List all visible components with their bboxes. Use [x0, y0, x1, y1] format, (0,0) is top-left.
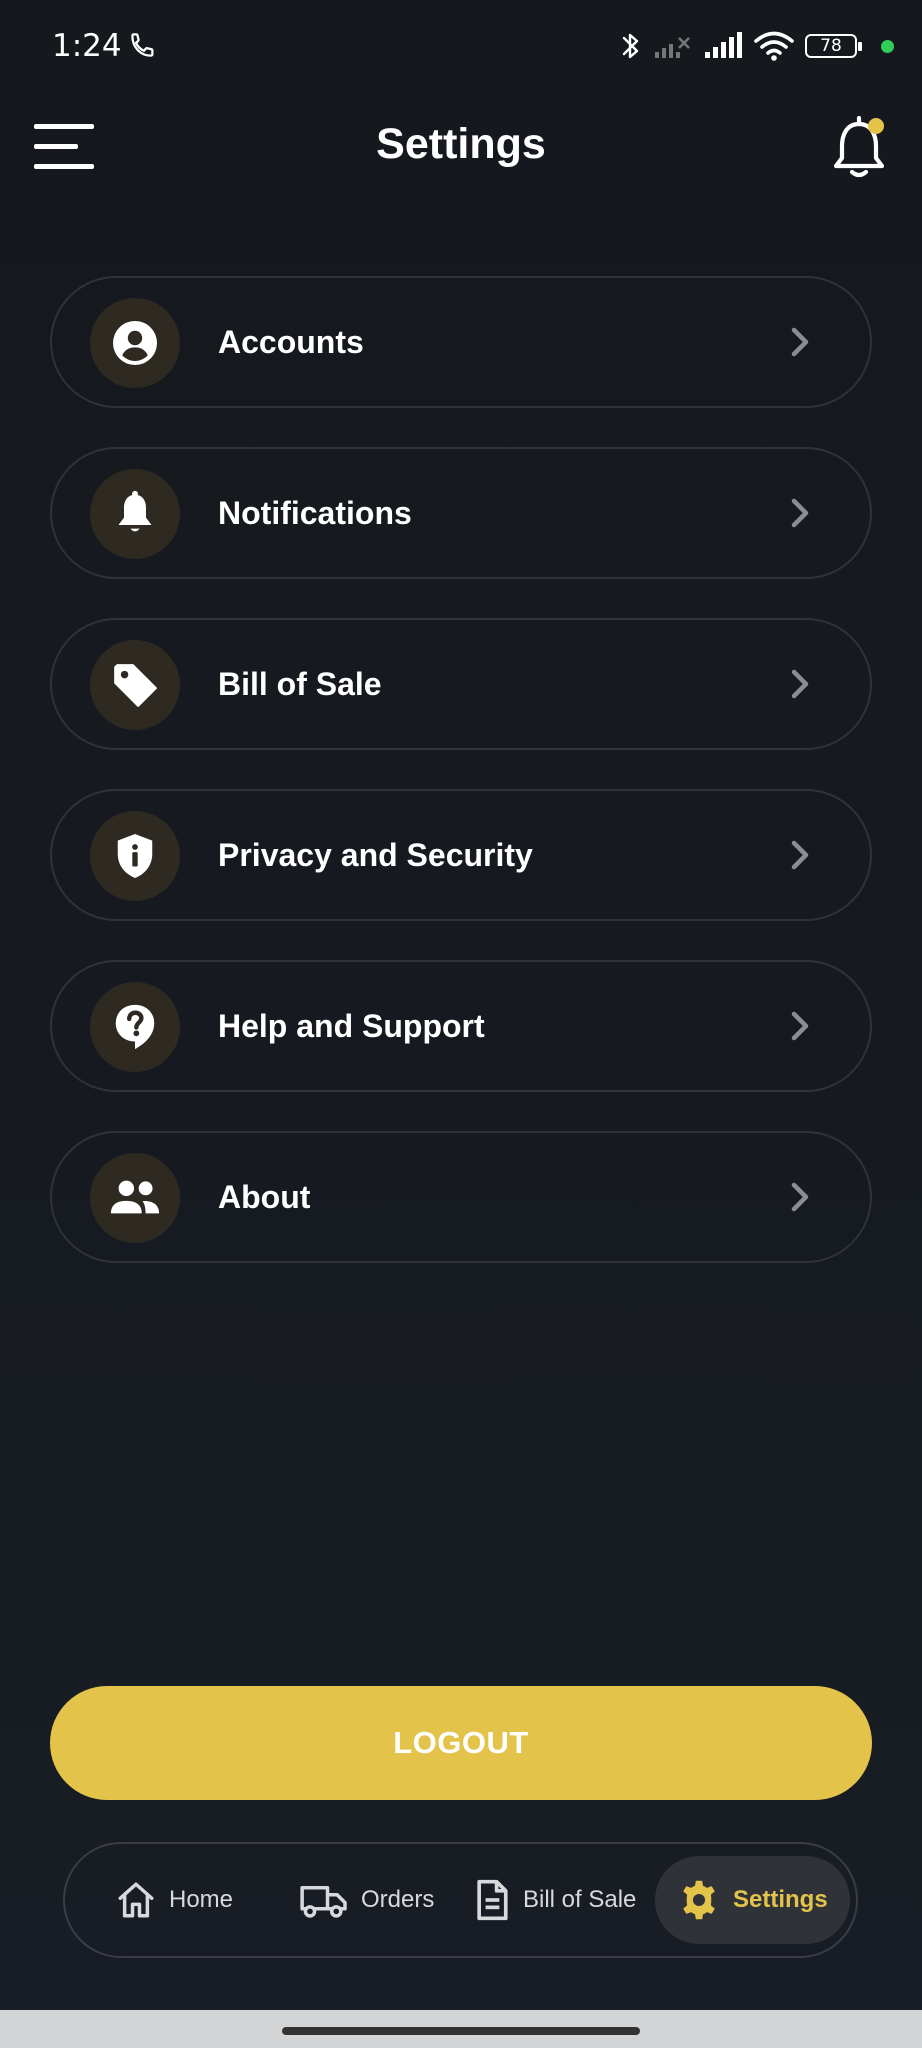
- icon-circle: [90, 1153, 180, 1243]
- chevron-right-icon: [791, 327, 809, 357]
- nav-item-orders[interactable]: Orders: [299, 1844, 434, 1956]
- shield-info-icon: [117, 833, 153, 879]
- settings-item-privacy-security[interactable]: Privacy and Security: [50, 789, 872, 921]
- people-icon: [110, 1180, 160, 1214]
- settings-item-bill-of-sale[interactable]: Bill of Sale: [50, 618, 872, 750]
- truck-icon: [300, 1886, 347, 1918]
- phone-call-icon: [131, 33, 154, 57]
- page-title: Settings: [376, 120, 546, 168]
- settings-item-label: Notifications: [218, 495, 412, 531]
- status-icons: 78: [619, 26, 894, 66]
- settings-item-about[interactable]: About: [50, 1131, 872, 1263]
- notifications-button[interactable]: [830, 115, 888, 180]
- system-nav-bar: [0, 2010, 922, 2048]
- nav-item-settings[interactable]: Settings: [655, 1856, 850, 1944]
- nav-label: Bill of Sale: [523, 1886, 637, 1913]
- chevron-right-icon: [791, 669, 809, 699]
- icon-circle: [90, 640, 180, 730]
- icon-circle: [90, 982, 180, 1072]
- wifi-icon: [754, 31, 794, 61]
- chevron-right-icon: [791, 1011, 809, 1041]
- chevron-right-icon: [791, 840, 809, 870]
- bell-icon: [118, 490, 152, 532]
- nav-item-bill-of-sale[interactable]: Bill of Sale: [473, 1844, 636, 1956]
- notification-badge: [868, 118, 884, 134]
- nav-item-home[interactable]: Home: [115, 1844, 233, 1956]
- home-icon: [118, 1882, 154, 1918]
- logout-button[interactable]: LOGOUT: [50, 1686, 872, 1800]
- tag-icon: [114, 664, 157, 707]
- settings-item-label: Privacy and Security: [218, 837, 533, 873]
- settings-list: Accounts Notifications Bill of Sale Priv…: [50, 276, 872, 1302]
- nav-label: Home: [169, 1886, 234, 1913]
- signal-no-service-icon: [655, 37, 690, 58]
- settings-item-accounts[interactable]: Accounts: [50, 276, 872, 408]
- battery-indicator: 78: [805, 34, 862, 58]
- settings-item-label: About: [218, 1179, 311, 1215]
- status-time: 1:24: [52, 28, 122, 64]
- gear-icon: [683, 1880, 715, 1920]
- home-gesture-pill[interactable]: [282, 2027, 640, 2035]
- nav-label: Orders: [361, 1886, 435, 1913]
- status-bar: 1:24 78: [0, 0, 922, 92]
- icon-circle: [90, 469, 180, 559]
- icon-circle: [90, 298, 180, 388]
- chevron-right-icon: [791, 1182, 809, 1212]
- nav-label: Settings: [733, 1886, 828, 1913]
- app-header: Settings: [0, 100, 922, 200]
- icon-circle: [90, 811, 180, 901]
- bluetooth-icon: [622, 33, 639, 59]
- chevron-right-icon: [791, 498, 809, 528]
- signal-strength-icon: [705, 32, 742, 58]
- privacy-indicator-dot: [881, 39, 894, 53]
- document-icon: [477, 1879, 508, 1921]
- help-bubble-icon: [115, 1004, 155, 1050]
- settings-item-help-support[interactable]: Help and Support: [50, 960, 872, 1092]
- bottom-nav: Home Orders Bill of Sale Settings: [63, 1842, 858, 1958]
- account-circle-icon: [113, 321, 157, 365]
- settings-item-label: Help and Support: [218, 1008, 485, 1044]
- settings-item-label: Accounts: [218, 324, 364, 360]
- settings-item-notifications[interactable]: Notifications: [50, 447, 872, 579]
- settings-item-label: Bill of Sale: [218, 666, 382, 702]
